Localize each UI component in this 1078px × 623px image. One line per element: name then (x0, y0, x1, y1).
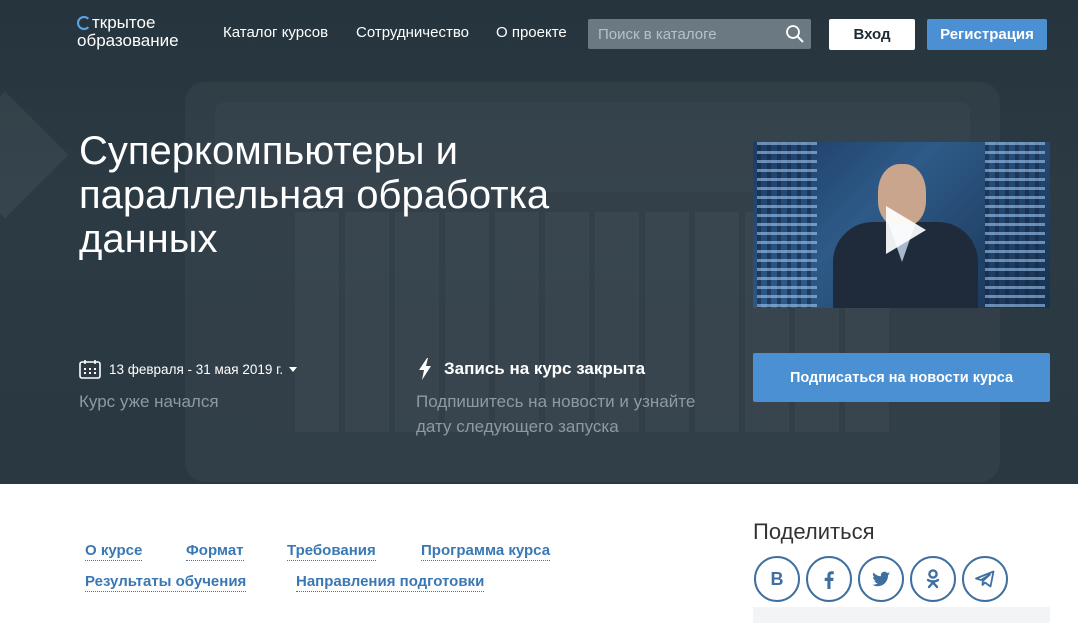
facebook-icon (824, 571, 834, 589)
share-title: Поделиться (753, 519, 875, 544)
section-link-format[interactable]: Формат (186, 542, 244, 561)
lightning-icon (419, 358, 431, 380)
section-link-requirements[interactable]: Требования (287, 542, 376, 561)
login-button[interactable]: Вход (829, 19, 915, 50)
logo-line1: ткрытое (77, 14, 179, 32)
enrollment-status: Запись на курс закрыта (418, 358, 645, 380)
telegram-icon (975, 570, 995, 588)
search-input[interactable] (588, 19, 778, 49)
enrollment-hint: Подпишитесь на новости и узнайте дату сл… (416, 392, 696, 436)
course-dates[interactable]: 13 февраля - 31 мая 2019 г. (79, 359, 298, 379)
section-link-outcomes[interactable]: Результаты обучения (85, 573, 247, 592)
course-started-note: Курс уже начался (79, 392, 219, 411)
odnoklassniki-share-button[interactable] (910, 556, 956, 602)
odnoklassniki-icon (926, 569, 940, 589)
video-bg-server-rack (757, 142, 817, 308)
background-shape (0, 91, 69, 219)
nav-cooperation[interactable]: Сотрудничество (356, 24, 469, 41)
nav-catalog[interactable]: Каталог курсов (223, 24, 328, 41)
vk-share-button[interactable]: B (754, 556, 800, 602)
course-dates-text: 13 февраля - 31 мая 2019 г. (109, 361, 284, 377)
section-link-directions[interactable]: Направления подготовки (296, 573, 485, 592)
chevron-down-icon[interactable] (289, 366, 298, 372)
twitter-share-button[interactable] (858, 556, 904, 602)
search-box (588, 19, 811, 49)
facebook-share-button[interactable] (806, 556, 852, 602)
course-video-thumbnail[interactable] (753, 142, 1050, 308)
section-link-program[interactable]: Программа курса (421, 542, 551, 561)
course-title: Суперкомпьютеры и параллельная обработка… (79, 129, 550, 261)
section-link-about[interactable]: О курсе (85, 542, 143, 561)
play-icon[interactable] (886, 206, 926, 254)
register-button[interactable]: Регистрация (927, 19, 1047, 50)
search-icon[interactable] (785, 24, 805, 44)
video-bg-server-rack (985, 142, 1045, 308)
enrollment-status-text: Запись на курс закрыта (444, 359, 646, 378)
calendar-icon (79, 360, 101, 379)
telegram-share-button[interactable] (962, 556, 1008, 602)
logo-line2: образование (77, 31, 179, 50)
logo-ring-icon (77, 16, 91, 30)
svg-text:B: B (771, 569, 784, 589)
subscribe-button[interactable]: Подписаться на новости курса (753, 353, 1050, 402)
vk-icon: B (771, 569, 784, 589)
twitter-icon (872, 571, 890, 587)
nav-about[interactable]: О проекте (496, 24, 567, 41)
site-logo[interactable]: ткрытое образование (77, 14, 179, 50)
share-panel-bottom (753, 607, 1050, 623)
